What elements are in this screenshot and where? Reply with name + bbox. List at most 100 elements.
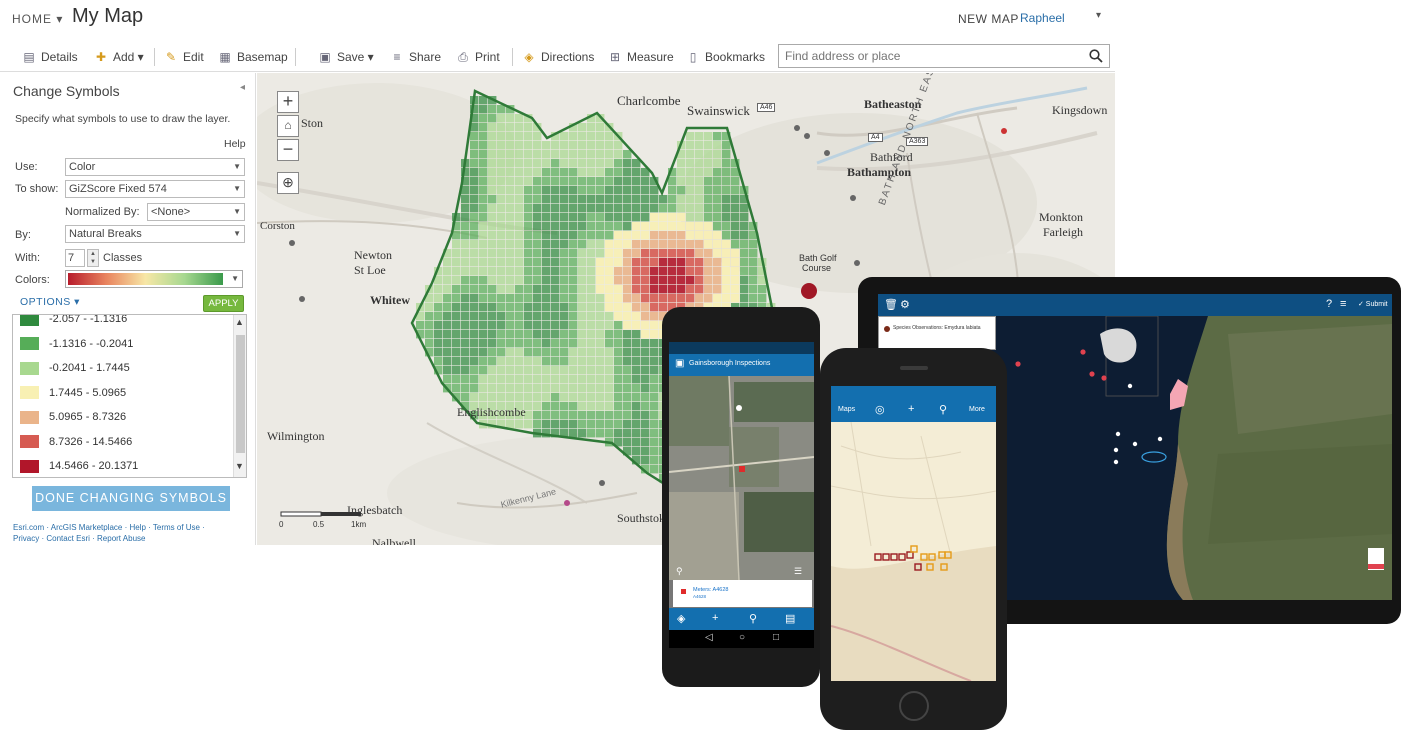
compass-icon[interactable]: ◎ bbox=[875, 403, 885, 416]
add-icon[interactable]: + bbox=[712, 612, 718, 624]
class-break-row[interactable]: 8.7326 - 14.5466 bbox=[13, 430, 233, 454]
options-button[interactable]: OPTIONS ▾ bbox=[20, 296, 80, 308]
submit-button[interactable]: ✓ Submit bbox=[1358, 300, 1388, 308]
done-changing-symbols-button[interactable]: DONE CHANGING SYMBOLS bbox=[32, 486, 230, 511]
details-button[interactable]: ▤ Details bbox=[22, 48, 77, 66]
directions-button[interactable]: ◈ Directions bbox=[522, 48, 594, 66]
compass-icon[interactable]: ◈ bbox=[677, 612, 685, 625]
help-link[interactable]: Help bbox=[224, 138, 246, 150]
class-break-row[interactable]: 5.0965 - 8.7326 bbox=[13, 405, 233, 429]
to-show-select[interactable]: GiZScore Fixed 574 ▼ bbox=[65, 180, 245, 198]
home-menu-link[interactable]: HOME ▾ bbox=[12, 12, 63, 26]
iphone-status-bar bbox=[831, 386, 996, 399]
class-color-swatch[interactable] bbox=[20, 361, 39, 375]
layers-icon[interactable]: ▤ bbox=[785, 612, 795, 625]
use-select[interactable]: Color ▼ bbox=[65, 158, 245, 176]
search-box bbox=[778, 44, 1110, 68]
feature-dot-icon bbox=[884, 326, 890, 332]
class-color-swatch[interactable] bbox=[20, 410, 39, 424]
user-menu-caret[interactable]: ▾ bbox=[1096, 10, 1101, 21]
class-color-swatch[interactable] bbox=[20, 315, 39, 326]
home-extent-button[interactable]: ⌂ bbox=[277, 115, 299, 137]
gear-icon[interactable]: ⚙ bbox=[900, 298, 910, 311]
android-phone: ▣ Gainsborough Inspections ⚲ ☰ Meters: A… bbox=[662, 307, 820, 687]
search-input[interactable] bbox=[779, 45, 1079, 67]
locate-crosshair-icon: ⊕ bbox=[282, 174, 294, 190]
place-label: Course bbox=[802, 263, 832, 273]
app-logo-icon: ▣ bbox=[675, 358, 685, 369]
normalized-by-select[interactable]: <None> ▼ bbox=[147, 203, 245, 221]
search-icon[interactable] bbox=[1089, 49, 1103, 63]
classes-spinner[interactable]: ▲ ▼ bbox=[87, 249, 99, 267]
back-icon[interactable]: ◁ bbox=[705, 632, 713, 643]
class-list-scrollbar[interactable]: ▲ ▼ bbox=[233, 315, 246, 477]
trash-icon[interactable]: 🗑 bbox=[884, 298, 898, 311]
collapse-panel-icon[interactable]: ◂ bbox=[240, 82, 245, 93]
iphone-device: Maps ◎ + ⚲ More bbox=[820, 348, 1007, 730]
footer-links-line-1[interactable]: Esri.com · ArcGIS Marketplace · Help · T… bbox=[13, 522, 248, 533]
class-break-row[interactable]: -2.057 - -1.1316 bbox=[13, 315, 233, 331]
recents-icon[interactable]: □ bbox=[773, 632, 779, 643]
new-map-link[interactable]: NEW MAP bbox=[958, 12, 1019, 26]
apply-button[interactable]: APPLY bbox=[203, 295, 244, 312]
class-break-row[interactable]: 1.7445 - 5.0965 bbox=[13, 381, 233, 405]
search-icon[interactable]: ⚲ bbox=[749, 612, 757, 625]
search-icon[interactable]: ⚲ bbox=[939, 403, 947, 416]
edit-button[interactable]: ✎ Edit bbox=[164, 48, 204, 66]
zoom-in-button[interactable]: + bbox=[277, 91, 299, 113]
android-bottom-bar: ◈ + ⚲ ▤ bbox=[669, 608, 814, 630]
class-color-swatch[interactable] bbox=[20, 435, 39, 448]
footer-links-line-2[interactable]: Privacy · Contact Esri · Report Abuse bbox=[13, 533, 248, 544]
location-pin-icon[interactable]: ⚲ bbox=[676, 566, 683, 577]
add-button[interactable]: ✚ Add ▾ bbox=[94, 48, 144, 66]
menu-icon[interactable]: ≡ bbox=[1340, 298, 1346, 310]
class-break-row[interactable]: 14.5466 - 20.1371 bbox=[13, 454, 233, 477]
scrollbar-thumb[interactable] bbox=[236, 335, 245, 453]
basemap-label: Basemap bbox=[237, 50, 288, 64]
chevron-up-icon[interactable]: ▲ bbox=[235, 317, 244, 327]
classes-count-input[interactable]: 7 bbox=[65, 249, 85, 267]
locate-button[interactable]: ⊕ bbox=[277, 172, 299, 194]
home-icon: ⌂ bbox=[284, 118, 292, 132]
help-icon[interactable]: ? bbox=[1326, 298, 1332, 310]
class-range-label: 14.5466 - 20.1371 bbox=[49, 460, 139, 472]
save-button[interactable]: ▣ Save ▾ bbox=[318, 48, 373, 66]
zoom-out-button[interactable]: − bbox=[277, 139, 299, 161]
place-label: Kingsdown bbox=[1052, 103, 1108, 117]
class-color-swatch[interactable] bbox=[20, 459, 39, 473]
feature-marker-icon bbox=[681, 589, 686, 594]
measure-icon: ⊞ bbox=[609, 49, 621, 64]
class-color-swatch[interactable] bbox=[20, 337, 39, 350]
list-icon[interactable]: ☰ bbox=[794, 566, 802, 577]
iphone-screen: Maps ◎ + ⚲ More bbox=[831, 386, 996, 681]
user-name-link[interactable]: Rapheel bbox=[1020, 11, 1065, 25]
class-color-swatch[interactable] bbox=[20, 386, 39, 399]
more-button[interactable]: More bbox=[969, 406, 985, 413]
toolbar-divider bbox=[154, 48, 155, 66]
iphone-home-button[interactable] bbox=[899, 691, 929, 721]
print-button[interactable]: ⎙ Print bbox=[456, 48, 500, 66]
colors-label: Colors: bbox=[15, 274, 50, 286]
maps-button[interactable]: Maps bbox=[838, 406, 855, 413]
place-label: Ston bbox=[301, 116, 324, 130]
color-ramp-select[interactable]: ▼ bbox=[65, 270, 243, 288]
tablet-app-bar: 🗑 ⚙ ? ≡ ✓ Submit bbox=[878, 294, 1392, 316]
chevron-down-icon: ▼ bbox=[233, 184, 241, 193]
details-icon: ▤ bbox=[23, 49, 35, 64]
class-break-row[interactable]: -0.2041 - 1.7445 bbox=[13, 356, 233, 380]
home-icon[interactable]: ○ bbox=[739, 632, 745, 643]
class-break-row[interactable]: -1.1316 - -0.2041 bbox=[13, 332, 233, 356]
bookmarks-button[interactable]: ▯ Bookmarks bbox=[686, 48, 765, 66]
feature-card[interactable]: Meters: A4628 A4628 bbox=[673, 580, 812, 607]
place-label: Corston bbox=[260, 220, 295, 232]
feature-popup[interactable]: Species Observations: Emydura labiata bbox=[878, 316, 996, 350]
iphone-speaker bbox=[900, 366, 928, 370]
classification-select[interactable]: Natural Breaks ▼ bbox=[65, 225, 245, 243]
measure-button[interactable]: ⊞ Measure bbox=[608, 48, 674, 66]
toolbar-divider bbox=[295, 48, 296, 66]
chevron-down-icon[interactable]: ▼ bbox=[235, 461, 244, 471]
add-icon[interactable]: + bbox=[908, 403, 914, 415]
share-button[interactable]: ≡ Share bbox=[390, 48, 441, 66]
to-show-label: To show: bbox=[15, 183, 59, 195]
basemap-button[interactable]: ▦ Basemap bbox=[218, 48, 288, 66]
